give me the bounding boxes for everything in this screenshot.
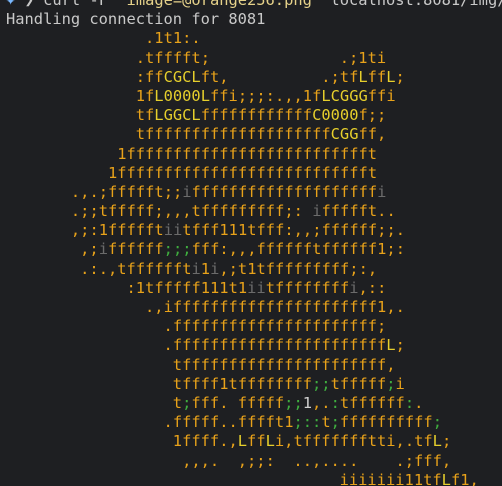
ascii-art-row: tfLGGCLffffffffffffC0000f;; — [135, 106, 387, 125]
prompt-chevron-icon: ❯ — [24, 0, 34, 9]
ascii-art-row: .ffffffffffffffffffffff; — [163, 317, 387, 336]
ascii-art-row: .fffffffffffffffffffffffL; — [163, 336, 405, 355]
ascii-art-row: .,iffffffffffffffffffffff1,. — [145, 298, 405, 316]
ascii-art-row: .;;tfffff;,,,tfffffffff;: iffffft.. — [70, 202, 396, 221]
ascii-art-row: .tfffft; .;1ti — [135, 48, 387, 67]
ascii-art-row: 1ffff.,LffLi,tffffffftti,.tfL; — [172, 432, 452, 451]
ascii-art-row: ,;:1ffffftiitfff111tfff:,,;ffffff;;. — [70, 221, 405, 240]
ascii-art-row: 1fffffffffffffffffffffffffft — [117, 144, 378, 163]
status-line: Handling connection for 8081 — [6, 10, 266, 29]
ascii-art-row: .,.;ffffft;;iffffffffffffffffffffi — [70, 182, 387, 201]
ascii-art-row: t;fff. fffff;;1,.:tffffff:. — [172, 393, 424, 412]
ascii-art-row: .fffff..fffft1;::t;ffffffffff; — [163, 413, 442, 432]
ascii-art-row: iiiiiii11tfLf1, — [339, 470, 479, 486]
command-prompt-line: ✦ ❯ curl -F 'image=@orange256.png' local… — [6, 0, 502, 10]
ascii-art-row: .:.,tffffffti1i,;t1tfffffffff;:, — [80, 259, 378, 278]
ascii-art-row: 1fL0000Lffi;;;:.,,1fLCGGGffi — [135, 86, 396, 105]
ascii-art-row: ,,,. ,;;: ..,.... .;fff, — [182, 451, 452, 470]
ascii-art-output: .1t1:. .tfffft; .;1ti :ffCGCLft, .;tfLff… — [6, 29, 496, 486]
prompt-star-icon: ✦ — [6, 0, 16, 9]
ascii-art-row: 1ffffffffffffffffffffffffffft — [107, 163, 378, 182]
terminal-window[interactable]: ✦ ❯ curl -F 'image=@orange256.png' local… — [0, 0, 502, 486]
command-url: localhost:8081/img/ — [330, 0, 502, 9]
ascii-art-row: ,;iffffff;;;fff:,,,fffffftffffff1;: — [80, 240, 405, 259]
command-text: curl -F — [43, 0, 108, 9]
ascii-art-row: :1tfffff111t1iitffffffffi,:: — [126, 278, 387, 297]
command-string-arg: 'image=@orange256.png' — [117, 0, 322, 9]
ascii-art-row: tffff1tffffffff;;tfffff;i — [172, 374, 405, 393]
ascii-art-row: tffffffffffffffffffffff, — [172, 355, 396, 374]
ascii-art-row: tffffffffffffffffffffCGGff, — [135, 125, 387, 144]
ascii-art-row: :ffCGCLft, .;tfLffL; — [135, 67, 405, 86]
ascii-art-row: .1t1:. — [145, 29, 201, 48]
